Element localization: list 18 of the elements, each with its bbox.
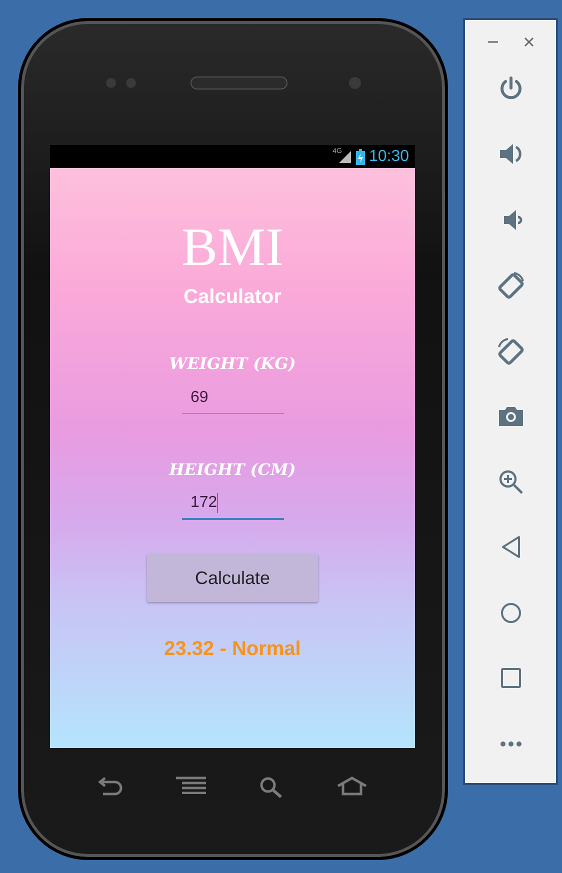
rotate-left-icon[interactable] (496, 336, 524, 365)
field-label: WEIGHT (KG) (169, 353, 296, 375)
clock-time: 10:30 (368, 146, 409, 166)
zoom-in-icon[interactable] (496, 468, 524, 496)
home-key-icon[interactable] (336, 776, 368, 796)
input-field[interactable]: 69 (182, 382, 284, 414)
rotate-right-icon[interactable] (496, 271, 524, 300)
calculate-button[interactable]: Calculate (147, 554, 318, 602)
bmi-result: 23.32 - Normal (164, 637, 301, 662)
close-icon[interactable] (522, 36, 534, 48)
app-subtitle: Calculator (184, 285, 282, 310)
input-field[interactable]: 172 (182, 488, 284, 520)
field-label: HEIGHT (CM) (169, 459, 296, 481)
back-key-icon[interactable] (96, 776, 123, 796)
search-key-icon[interactable] (259, 776, 284, 798)
battery-icon (356, 148, 365, 164)
app-title: BMI (181, 220, 284, 274)
menu-key-icon[interactable] (176, 776, 206, 794)
